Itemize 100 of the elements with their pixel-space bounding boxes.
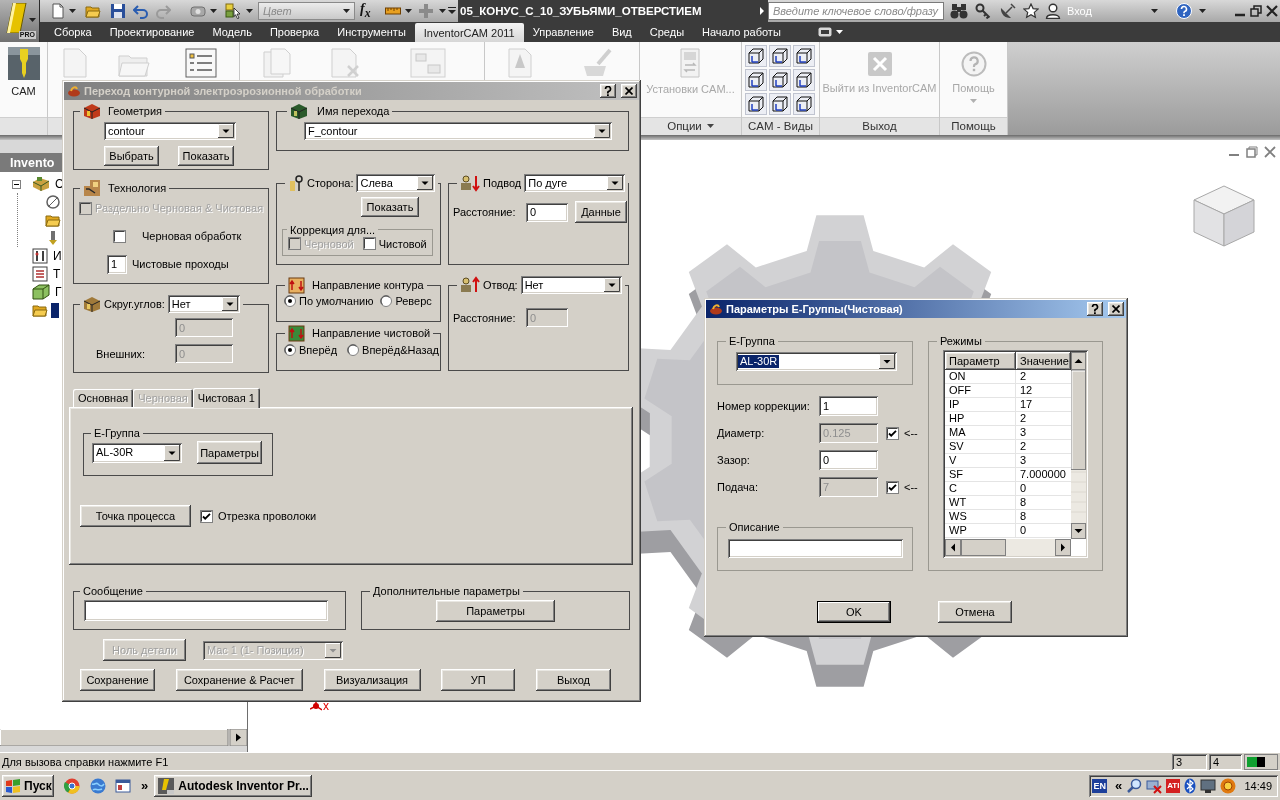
language-indicator[interactable]: EN: [1092, 778, 1107, 793]
checkbox[interactable]: [362, 237, 376, 250]
bluetooth-icon[interactable]: [1184, 777, 1197, 794]
dialog-button[interactable]: Параметры: [197, 441, 262, 464]
close-button[interactable]: [1108, 302, 1124, 316]
binoculars-icon[interactable]: [950, 3, 968, 19]
caret-icon[interactable]: [1151, 9, 1158, 13]
dropdown-arrow-icon[interactable]: [607, 176, 624, 190]
radio-button[interactable]: [347, 344, 360, 356]
dialog-button[interactable]: Точка процесса: [80, 505, 191, 527]
checkbox[interactable]: [113, 229, 126, 243]
collapse-icon[interactable]: [12, 179, 21, 189]
dialog-button[interactable]: УП: [441, 669, 516, 691]
radio-button[interactable]: [284, 344, 296, 356]
corner-rounding-dropdown[interactable]: Нет: [167, 295, 240, 313]
ribbon-tab[interactable]: Инструменты: [328, 22, 415, 42]
search-icon[interactable]: [1126, 777, 1143, 794]
globe-icon[interactable]: [90, 777, 106, 794]
new-document-icon[interactable]: [50, 3, 66, 19]
ribbon-tab[interactable]: Среды: [640, 22, 694, 42]
camera-icon[interactable]: [190, 3, 206, 19]
taskbar-window-button[interactable]: Autodesk Inventor Pr...: [154, 774, 313, 797]
cube-view-icon[interactable]: [769, 69, 791, 91]
save-icon[interactable]: [110, 3, 126, 19]
dialog-button[interactable]: Сохранение & Расчет: [175, 669, 303, 691]
close-icon[interactable]: [1266, 5, 1278, 17]
ribbon-tab[interactable]: Модель: [203, 22, 261, 42]
dialog-button[interactable]: Сохранение: [80, 669, 155, 691]
help-button[interactable]: [600, 84, 616, 98]
caret-icon[interactable]: [706, 124, 714, 128]
blocks-cursor-icon[interactable]: [225, 3, 241, 19]
start-button[interactable]: Пуск: [2, 774, 54, 797]
caret-icon[interactable]: [439, 9, 446, 13]
dialog-button[interactable]: Показать: [361, 197, 419, 217]
cube-view-icon[interactable]: [769, 93, 791, 115]
distance-field[interactable]: 0: [526, 202, 568, 222]
selection-highlight[interactable]: [51, 302, 59, 318]
parameter-field[interactable]: 0: [819, 450, 878, 470]
color-wheel-icon[interactable]: [64, 777, 80, 794]
dialog-button[interactable]: Выход: [536, 669, 611, 691]
ribbon-tab[interactable]: Сборка: [45, 22, 101, 42]
e-group-dropdown[interactable]: AL-30R: [736, 352, 897, 371]
column-header[interactable]: Значение: [1016, 352, 1071, 370]
ribbon-tab[interactable]: Проверка: [260, 22, 329, 42]
lead-in-dropdown[interactable]: По дуге: [524, 174, 626, 192]
cube-view-icon[interactable]: [745, 45, 767, 67]
color-field[interactable]: Цвет: [258, 2, 355, 20]
round-badge-icon[interactable]: [1220, 777, 1237, 794]
satellite-dish-icon[interactable]: [1000, 3, 1016, 19]
dialog-button[interactable]: Параметры: [436, 600, 555, 622]
ribbon-tab[interactable]: Начало работы: [693, 22, 790, 42]
checkbox[interactable]: [200, 509, 213, 523]
folder-icon[interactable]: [85, 3, 101, 19]
undo-icon[interactable]: [133, 3, 149, 19]
monitor-icon[interactable]: [1200, 777, 1217, 794]
caret-icon[interactable]: [835, 30, 843, 34]
tree-item[interactable]: Т: [52, 266, 62, 282]
caret-icon[interactable]: [246, 9, 253, 13]
e-group-dropdown[interactable]: AL-30R: [92, 442, 182, 463]
caret-icon[interactable]: [405, 9, 412, 13]
restore-icon[interactable]: [1250, 5, 1262, 17]
operation-name-dropdown[interactable]: F_contour: [304, 122, 612, 140]
list-icon[interactable]: [185, 48, 217, 78]
side-dropdown[interactable]: Слева: [356, 174, 436, 192]
cube-view-icon[interactable]: [793, 93, 815, 115]
cam-button[interactable]: CAM: [7, 47, 40, 97]
dialog-button[interactable]: Отмена: [938, 601, 1012, 623]
passes-field[interactable]: 1: [107, 254, 127, 274]
ribbon-tab[interactable]: Управление: [523, 22, 603, 42]
star-icon[interactable]: [1023, 3, 1039, 19]
horizontal-scrollbar[interactable]: [0, 729, 247, 746]
dialog-button[interactable]: OK: [817, 601, 891, 623]
parameter-field[interactable]: 1: [819, 396, 878, 416]
caret-icon[interactable]: [69, 9, 76, 13]
tree-item[interactable]: Г: [54, 284, 63, 300]
caret-icon[interactable]: [29, 18, 36, 22]
window-icon[interactable]: [115, 777, 131, 794]
cube-view-icon[interactable]: [769, 45, 791, 67]
cube-view-icon[interactable]: [793, 45, 815, 67]
caret-icon[interactable]: [210, 9, 217, 13]
dropdown-arrow-icon[interactable]: [879, 354, 895, 369]
tab[interactable]: Чистовая 1: [192, 388, 260, 408]
horizontal-scrollbar[interactable]: [945, 539, 1071, 556]
dropdown-arrow-icon[interactable]: [221, 297, 238, 311]
dropdown-arrow-icon[interactable]: [164, 444, 180, 461]
search-field[interactable]: Введите ключевое слово/фразу: [768, 2, 944, 20]
dialog-button[interactable]: Выбрать: [104, 146, 159, 166]
dialog-button[interactable]: Показать: [178, 146, 234, 166]
dialog-button[interactable]: Данные: [575, 201, 627, 223]
cube-view-icon[interactable]: [793, 69, 815, 91]
ribbon-tab[interactable]: Проектирование: [100, 22, 204, 42]
tray-badge[interactable]: ATI: [1166, 778, 1181, 793]
cube-view-icon[interactable]: [745, 69, 767, 91]
ribbon-group-label[interactable]: Опции: [667, 120, 702, 132]
column-header[interactable]: Параметр: [945, 352, 1016, 370]
dropdown-arrow-icon[interactable]: [218, 124, 234, 138]
function-button[interactable]: f$_{x}$: [360, 0, 376, 22]
tab[interactable]: Основная: [73, 389, 134, 407]
display-icon[interactable]: [817, 27, 832, 37]
lead-out-dropdown[interactable]: Нет: [520, 276, 622, 294]
